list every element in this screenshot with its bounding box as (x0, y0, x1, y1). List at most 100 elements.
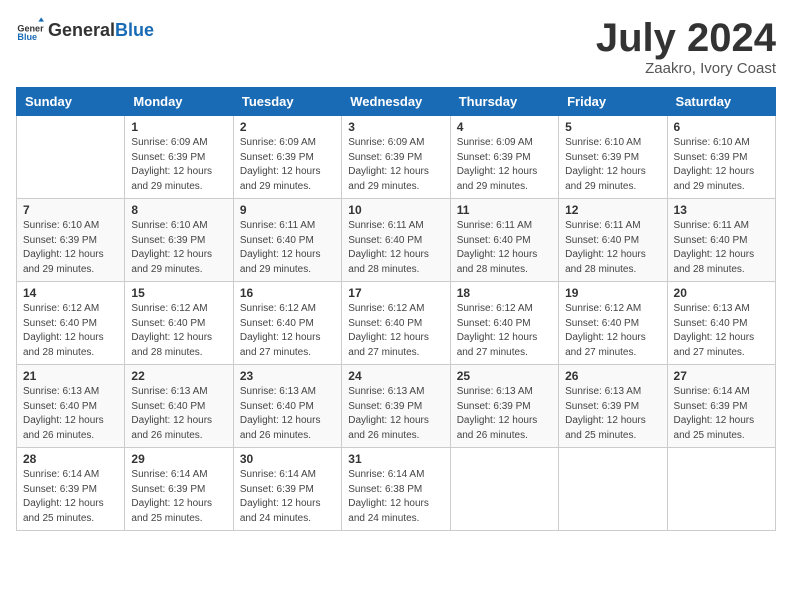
calendar-cell: 1Sunrise: 6:09 AM Sunset: 6:39 PM Daylig… (125, 116, 233, 199)
cell-info: Sunrise: 6:11 AM Sunset: 6:40 PM Dayligh… (240, 219, 335, 277)
day-number: 15 (131, 286, 226, 300)
day-number: 20 (674, 286, 769, 300)
day-number: 30 (240, 452, 335, 466)
calendar-cell: 22Sunrise: 6:13 AM Sunset: 6:40 PM Dayli… (125, 365, 233, 448)
cell-info: Sunrise: 6:10 AM Sunset: 6:39 PM Dayligh… (23, 219, 118, 277)
day-number: 17 (348, 286, 443, 300)
day-number: 22 (131, 369, 226, 383)
cell-info: Sunrise: 6:12 AM Sunset: 6:40 PM Dayligh… (565, 302, 660, 360)
week-row-0: 1Sunrise: 6:09 AM Sunset: 6:39 PM Daylig… (17, 116, 776, 199)
day-number: 27 (674, 369, 769, 383)
calendar-cell (667, 448, 775, 531)
logo-blue: Blue (115, 20, 154, 41)
cell-info: Sunrise: 6:09 AM Sunset: 6:39 PM Dayligh… (457, 136, 552, 194)
calendar-cell: 25Sunrise: 6:13 AM Sunset: 6:39 PM Dayli… (450, 365, 558, 448)
cell-info: Sunrise: 6:13 AM Sunset: 6:39 PM Dayligh… (348, 385, 443, 443)
cell-info: Sunrise: 6:09 AM Sunset: 6:39 PM Dayligh… (348, 136, 443, 194)
calendar-cell: 5 Sunrise: 6:10 AM Sunset: 6:39 PM Daylig… (559, 116, 667, 199)
day-number: 11 (457, 203, 552, 217)
week-row-1: 7 Sunrise: 6:10 AM Sunset: 6:39 PM Daylig… (17, 199, 776, 282)
logo: General Blue GeneralBlue (16, 16, 154, 44)
cell-info: Sunrise: 6:10 AM Sunset: 6:39 PM Dayligh… (131, 219, 226, 277)
day-number: 21 (23, 369, 118, 383)
calendar-table: SundayMondayTuesdayWednesdayThursdayFrid… (16, 87, 776, 531)
title-area: July 2024 Zaakro, Ivory Coast (596, 16, 776, 77)
cell-info: Sunrise: 6:11 AM Sunset: 6:40 PM Dayligh… (348, 219, 443, 277)
header-thursday: Thursday (450, 88, 558, 116)
cell-info: Sunrise: 6:14 AM Sunset: 6:39 PM Dayligh… (240, 468, 335, 526)
day-number: 8 (131, 203, 226, 217)
cell-info: Sunrise: 6:11 AM Sunset: 6:40 PM Dayligh… (457, 219, 552, 277)
cell-info: Sunrise: 6:13 AM Sunset: 6:40 PM Dayligh… (23, 385, 118, 443)
month-year-title: July 2024 (596, 16, 776, 60)
day-number: 18 (457, 286, 552, 300)
cell-info: Sunrise: 6:10 AM Sunset: 6:39 PM Dayligh… (674, 136, 769, 194)
cell-info: Sunrise: 6:12 AM Sunset: 6:40 PM Dayligh… (348, 302, 443, 360)
calendar-cell: 11 Sunrise: 6:11 AM Sunset: 6:40 PM Dayli… (450, 199, 558, 282)
calendar-cell: 20 Sunrise: 6:13 AM Sunset: 6:40 PM Dayli… (667, 282, 775, 365)
cell-info: Sunrise: 6:14 AM Sunset: 6:38 PM Dayligh… (348, 468, 443, 526)
day-number: 3 (348, 120, 443, 134)
calendar-cell: 14 Sunrise: 6:12 AM Sunset: 6:40 PM Dayli… (17, 282, 125, 365)
day-number: 2 (240, 120, 335, 134)
header-monday: Monday (125, 88, 233, 116)
calendar-cell: 12Sunrise: 6:11 AM Sunset: 6:40 PM Dayli… (559, 199, 667, 282)
day-number: 9 (240, 203, 335, 217)
day-number: 16 (240, 286, 335, 300)
header: General Blue GeneralBlue July 2024 Zaakr… (16, 16, 776, 77)
cell-info: Sunrise: 6:13 AM Sunset: 6:39 PM Dayligh… (565, 385, 660, 443)
logo-general: General (48, 20, 115, 41)
day-number: 5 (565, 120, 660, 134)
cell-info: Sunrise: 6:13 AM Sunset: 6:40 PM Dayligh… (674, 302, 769, 360)
calendar-cell: 28 Sunrise: 6:14 AM Sunset: 6:39 PM Dayli… (17, 448, 125, 531)
cell-info: Sunrise: 6:13 AM Sunset: 6:39 PM Dayligh… (457, 385, 552, 443)
calendar-cell: 19Sunrise: 6:12 AM Sunset: 6:40 PM Dayli… (559, 282, 667, 365)
day-number: 10 (348, 203, 443, 217)
cell-info: Sunrise: 6:12 AM Sunset: 6:40 PM Dayligh… (23, 302, 118, 360)
calendar-cell: 9 Sunrise: 6:11 AM Sunset: 6:40 PM Daylig… (233, 199, 341, 282)
header-friday: Friday (559, 88, 667, 116)
cell-info: Sunrise: 6:14 AM Sunset: 6:39 PM Dayligh… (674, 385, 769, 443)
calendar-cell: 6Sunrise: 6:10 AM Sunset: 6:39 PM Daylig… (667, 116, 775, 199)
calendar-header-row: SundayMondayTuesdayWednesdayThursdayFrid… (17, 88, 776, 116)
week-row-3: 21 Sunrise: 6:13 AM Sunset: 6:40 PM Dayli… (17, 365, 776, 448)
day-number: 24 (348, 369, 443, 383)
cell-info: Sunrise: 6:14 AM Sunset: 6:39 PM Dayligh… (131, 468, 226, 526)
cell-info: Sunrise: 6:14 AM Sunset: 6:39 PM Dayligh… (23, 468, 118, 526)
calendar-cell (559, 448, 667, 531)
day-number: 4 (457, 120, 552, 134)
calendar-cell: 10 Sunrise: 6:11 AM Sunset: 6:40 PM Dayli… (342, 199, 450, 282)
calendar-cell (17, 116, 125, 199)
day-number: 14 (23, 286, 118, 300)
calendar-cell (450, 448, 558, 531)
day-number: 31 (348, 452, 443, 466)
calendar-cell: 8 Sunrise: 6:10 AM Sunset: 6:39 PM Daylig… (125, 199, 233, 282)
cell-info: Sunrise: 6:13 AM Sunset: 6:40 PM Dayligh… (240, 385, 335, 443)
calendar-cell: 17 Sunrise: 6:12 AM Sunset: 6:40 PM Dayli… (342, 282, 450, 365)
calendar-cell: 4 Sunrise: 6:09 AM Sunset: 6:39 PM Daylig… (450, 116, 558, 199)
calendar-cell: 7 Sunrise: 6:10 AM Sunset: 6:39 PM Daylig… (17, 199, 125, 282)
cell-info: Sunrise: 6:11 AM Sunset: 6:40 PM Dayligh… (674, 219, 769, 277)
logo-icon: General Blue (16, 16, 44, 44)
header-wednesday: Wednesday (342, 88, 450, 116)
calendar-cell: 18 Sunrise: 6:12 AM Sunset: 6:40 PM Dayli… (450, 282, 558, 365)
calendar-cell: 15Sunrise: 6:12 AM Sunset: 6:40 PM Dayli… (125, 282, 233, 365)
day-number: 13 (674, 203, 769, 217)
svg-text:Blue: Blue (17, 32, 37, 42)
location-title: Zaakro, Ivory Coast (596, 60, 776, 77)
cell-info: Sunrise: 6:10 AM Sunset: 6:39 PM Dayligh… (565, 136, 660, 194)
calendar-cell: 27 Sunrise: 6:14 AM Sunset: 6:39 PM Dayli… (667, 365, 775, 448)
calendar-cell: 24 Sunrise: 6:13 AM Sunset: 6:39 PM Dayli… (342, 365, 450, 448)
calendar-cell: 31 Sunrise: 6:14 AM Sunset: 6:38 PM Dayli… (342, 448, 450, 531)
calendar-cell: 29 Sunrise: 6:14 AM Sunset: 6:39 PM Dayli… (125, 448, 233, 531)
day-number: 7 (23, 203, 118, 217)
cell-info: Sunrise: 6:11 AM Sunset: 6:40 PM Dayligh… (565, 219, 660, 277)
day-number: 28 (23, 452, 118, 466)
calendar-cell: 2Sunrise: 6:09 AM Sunset: 6:39 PM Daylig… (233, 116, 341, 199)
cell-info: Sunrise: 6:12 AM Sunset: 6:40 PM Dayligh… (457, 302, 552, 360)
header-sunday: Sunday (17, 88, 125, 116)
cell-info: Sunrise: 6:09 AM Sunset: 6:39 PM Dayligh… (131, 136, 226, 194)
calendar-cell: 23Sunrise: 6:13 AM Sunset: 6:40 PM Dayli… (233, 365, 341, 448)
calendar-cell: 21 Sunrise: 6:13 AM Sunset: 6:40 PM Dayli… (17, 365, 125, 448)
day-number: 29 (131, 452, 226, 466)
